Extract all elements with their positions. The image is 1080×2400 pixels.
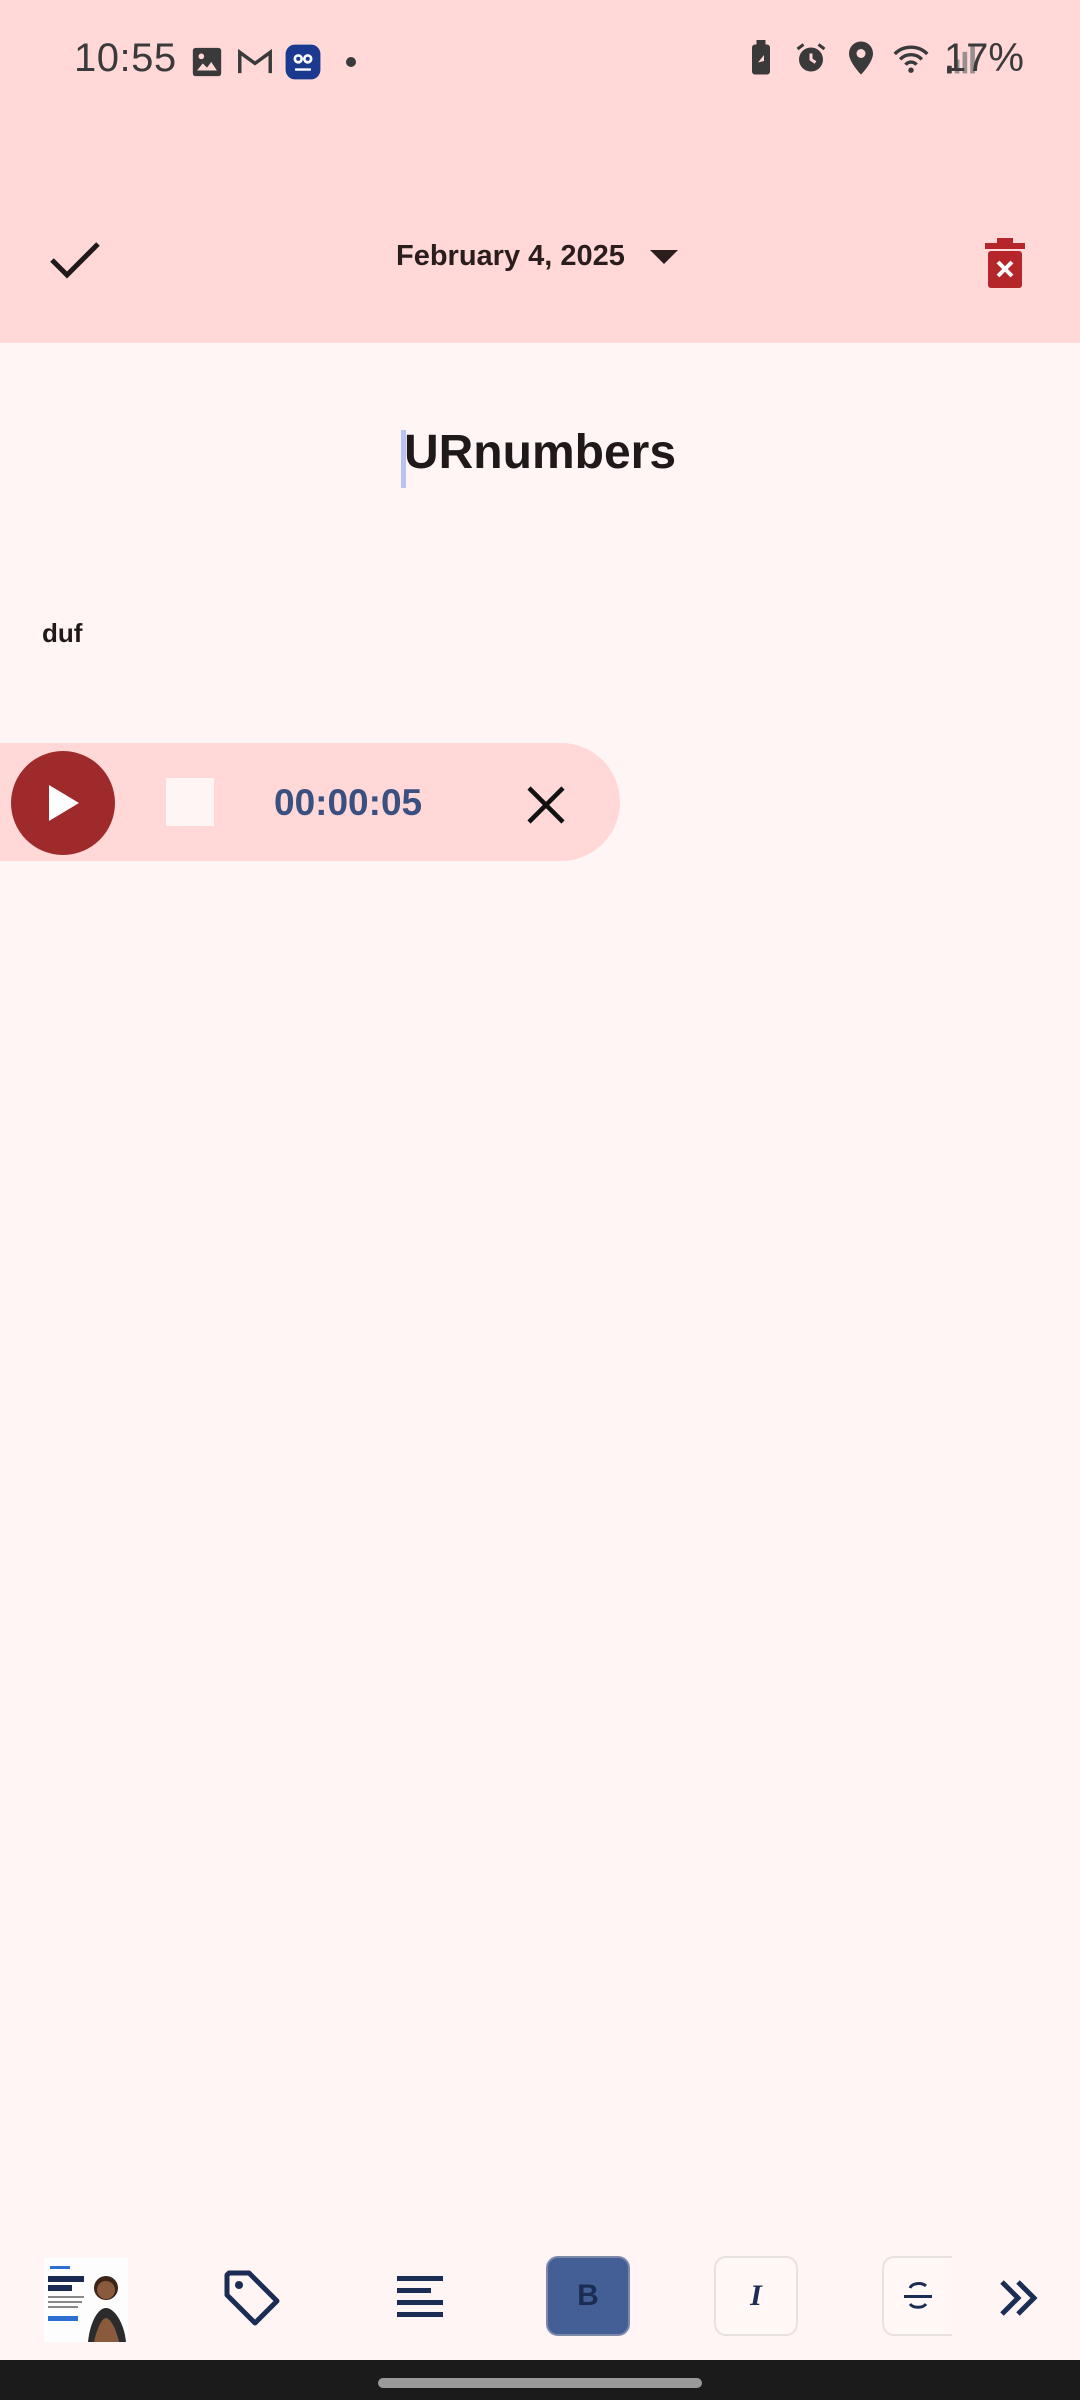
close-player-button[interactable] <box>520 779 572 831</box>
app-icon <box>284 42 322 82</box>
play-button[interactable] <box>11 751 115 855</box>
home-handle[interactable] <box>378 2378 702 2388</box>
close-icon <box>527 786 565 824</box>
stop-button[interactable] <box>166 778 214 826</box>
battery-saver-icon <box>742 38 780 78</box>
double-chevron-right-icon <box>1000 2280 1038 2316</box>
tag-button[interactable] <box>210 2256 294 2340</box>
note-toolbar: February 4, 2025 <box>0 200 1080 320</box>
check-icon <box>50 242 100 279</box>
notification-icons <box>188 42 370 82</box>
date-selector[interactable]: February 4, 2025 <box>396 240 679 273</box>
status-bar: 10:55 17% <box>0 0 1080 124</box>
more-tools-button[interactable] <box>978 2256 1058 2340</box>
ad-thumbnail-image <box>44 2258 128 2342</box>
note-title[interactable]: URnumbers <box>0 425 1080 480</box>
location-icon <box>842 38 880 78</box>
audio-timer: 00:00:05 <box>274 782 423 823</box>
alarm-icon <box>792 38 830 78</box>
audio-player: 00:00:05 <box>0 743 620 861</box>
status-time: 10:55 <box>74 36 177 80</box>
bold-label: B <box>577 2279 599 2312</box>
italic-button[interactable]: I <box>714 2256 798 2336</box>
gmail-icon <box>236 42 274 82</box>
dot-icon <box>332 42 370 82</box>
align-icon <box>397 2276 443 2317</box>
delete-button[interactable] <box>978 233 1032 293</box>
format-toolbar: B I <box>0 2244 1080 2354</box>
image-thumbnail[interactable] <box>44 2258 128 2342</box>
wifi-icon <box>892 38 930 78</box>
dropdown-arrow-icon <box>649 249 678 264</box>
italic-label: I <box>750 2279 762 2312</box>
note-body[interactable]: duf <box>42 618 82 649</box>
gallery-icon <box>188 42 226 82</box>
strikethrough-icon <box>904 2282 932 2309</box>
header: 10:55 17% February 4, 2025 <box>0 0 1080 343</box>
trash-icon <box>985 238 1025 288</box>
battery-percent: 17% <box>943 36 1024 80</box>
system-nav-bar <box>0 2360 1080 2400</box>
align-button[interactable] <box>378 2256 462 2340</box>
play-icon <box>49 785 79 821</box>
save-button[interactable] <box>40 230 110 290</box>
strikethrough-button[interactable] <box>882 2256 952 2336</box>
bold-button[interactable]: B <box>546 2256 630 2336</box>
tag-icon <box>224 2270 280 2326</box>
note-date: February 4, 2025 <box>396 240 625 272</box>
